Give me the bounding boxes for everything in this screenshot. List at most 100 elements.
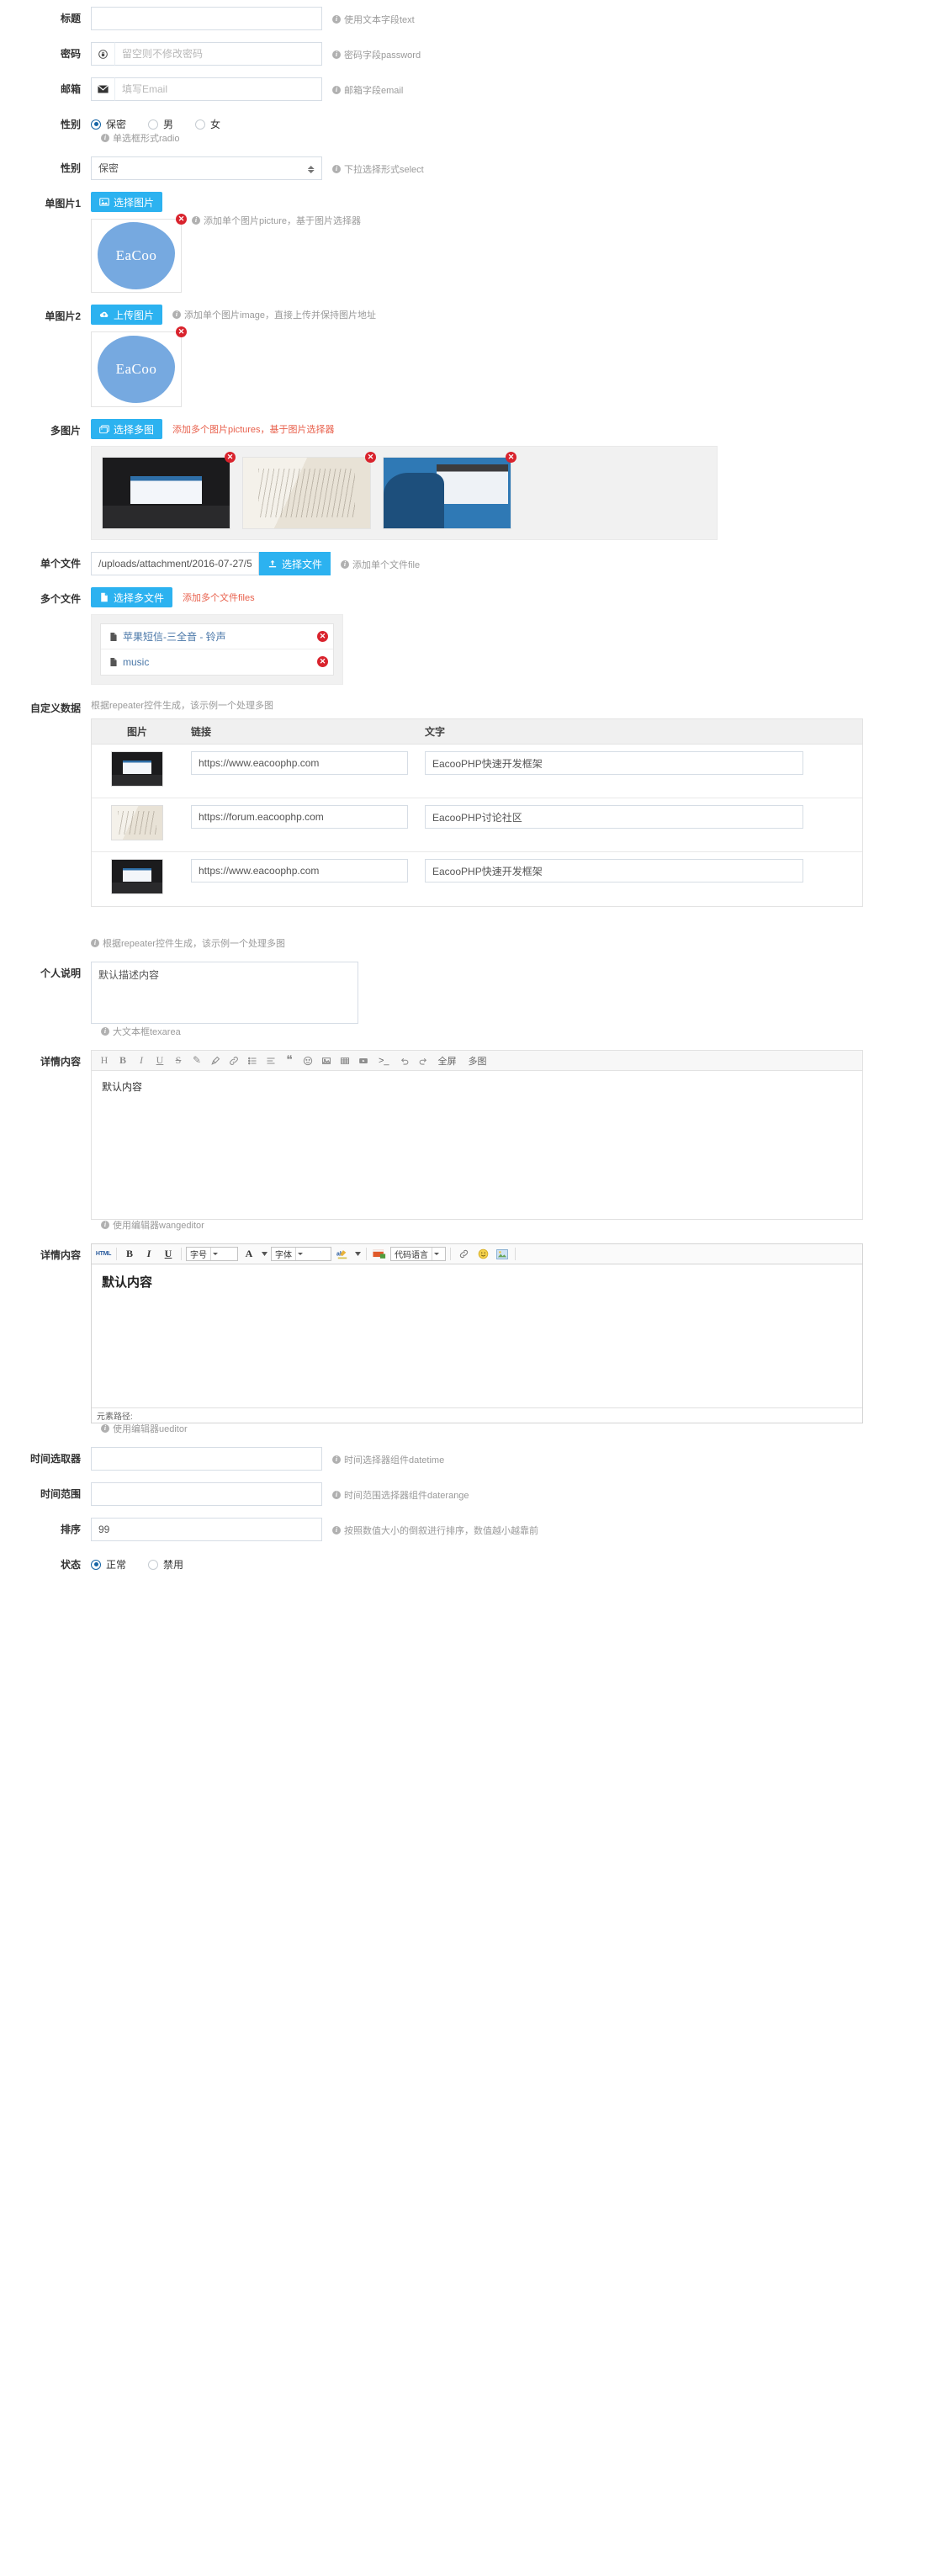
file-icon	[110, 632, 117, 641]
chevron-down-icon[interactable]	[260, 1252, 268, 1256]
repeater-table: 图片 链接 文字	[91, 718, 863, 907]
label-file: 单个文件	[40, 558, 81, 570]
email-input[interactable]	[114, 77, 322, 101]
fullscreen-button[interactable]: 全屏	[432, 1052, 463, 1070]
brush-icon[interactable]	[206, 1052, 225, 1070]
highlight-color-icon[interactable]: ab	[334, 1246, 351, 1262]
description-textarea[interactable]	[91, 962, 358, 1024]
form-row-email: 邮箱 i 邮箱字段email	[0, 77, 927, 101]
select-picture-button[interactable]: 选择图片	[91, 192, 163, 212]
insert-code-icon[interactable]	[371, 1246, 388, 1262]
undo-icon[interactable]	[395, 1052, 414, 1070]
bullet-list-icon[interactable]	[243, 1052, 262, 1070]
radio-gender-female[interactable]: 女	[195, 117, 220, 131]
status-radio-group[interactable]: 正常 禁用	[91, 1553, 183, 1572]
gallery-item[interactable]: ✕	[102, 452, 236, 529]
label-gender-radio: 性别	[60, 119, 81, 130]
form-row-ueditor: 详情内容 HTML B I U 字号 A 字体 ab 代码语言 默认内容 元素路…	[0, 1243, 927, 1423]
gallery-item[interactable]: ✕	[383, 452, 516, 529]
table-icon[interactable]	[336, 1052, 354, 1070]
remove-picture-icon[interactable]: ✕	[365, 452, 376, 463]
radio-dot-icon	[91, 119, 101, 130]
source-code-icon[interactable]: HTML	[95, 1246, 112, 1262]
link-icon[interactable]	[455, 1246, 472, 1262]
daterange-input[interactable]	[91, 1482, 322, 1506]
italic-icon[interactable]: I	[140, 1246, 157, 1262]
form-row-picture1: 单图片1 选择图片 EaCoo ✕ i 添加单个图片picture，基于图片选择…	[0, 192, 927, 293]
remove-picture-icon[interactable]: ✕	[176, 214, 187, 225]
wangeditor-body[interactable]: 默认内容	[92, 1071, 862, 1219]
strikethrough-icon[interactable]: S	[169, 1052, 188, 1070]
emoji-icon[interactable]	[299, 1052, 317, 1070]
highlight-icon[interactable]: ✎	[188, 1052, 206, 1070]
info-icon: i	[332, 1455, 341, 1464]
underline-icon[interactable]: U	[160, 1246, 177, 1262]
fontsize-select[interactable]: 字号	[186, 1247, 238, 1261]
form-row-file: 单个文件 选择文件 i 添加单个文件file	[0, 552, 927, 575]
row-text-input[interactable]	[425, 805, 803, 829]
select-pictures-button[interactable]: 选择多图	[91, 419, 163, 439]
ueditor-body[interactable]: 默认内容	[92, 1264, 862, 1407]
quote-icon[interactable]: ❝	[280, 1052, 299, 1070]
radio-status-normal[interactable]: 正常	[91, 1557, 126, 1572]
row-link-input[interactable]	[191, 859, 408, 883]
row-image[interactable]	[111, 805, 163, 840]
file-list-item[interactable]: music ✕	[101, 649, 333, 675]
info-icon: i	[332, 1526, 341, 1534]
remove-picture-icon[interactable]: ✕	[176, 326, 187, 337]
bold-icon[interactable]: B	[114, 1052, 132, 1070]
radio-status-disabled[interactable]: 禁用	[148, 1557, 183, 1572]
chevron-down-icon[interactable]	[353, 1252, 362, 1256]
picture2-thumb[interactable]: EaCoo ✕	[91, 326, 187, 407]
file-list-item[interactable]: 苹果短信-三全音 - 铃声 ✕	[101, 624, 333, 649]
file-path-input[interactable]	[91, 552, 259, 575]
form-row-pictures: 多图片 选择多图 添加多个图片pictures，基于图片选择器 ✕ ✕ ✕	[0, 419, 927, 540]
gender-select[interactable]: 保密 男 女	[91, 156, 322, 180]
help-daterange: i 时间范围选择器组件daterange	[322, 1482, 469, 1502]
label-password: 密码	[60, 48, 81, 60]
fontfamily-select[interactable]: 字体	[271, 1247, 331, 1261]
remove-picture-icon[interactable]: ✕	[225, 452, 236, 463]
video-icon[interactable]	[354, 1052, 373, 1070]
code-icon[interactable]: >_	[373, 1052, 395, 1070]
italic-icon[interactable]: I	[132, 1052, 151, 1070]
picture1-thumb[interactable]: EaCoo ✕	[91, 214, 187, 293]
remove-file-icon[interactable]: ✕	[317, 656, 328, 667]
heading-icon[interactable]: H	[95, 1052, 114, 1070]
column-header-actions	[812, 719, 862, 744]
gallery-item[interactable]: ✕	[242, 452, 376, 529]
font-color-icon[interactable]: A	[241, 1246, 257, 1262]
row-image[interactable]	[111, 859, 163, 894]
row-text-input[interactable]	[425, 859, 803, 883]
remove-file-icon[interactable]: ✕	[317, 631, 328, 642]
row-link-input[interactable]	[191, 805, 408, 829]
align-icon[interactable]	[262, 1052, 280, 1070]
emoji-icon[interactable]	[474, 1246, 491, 1262]
gender-radio-group[interactable]: 保密 男 女	[91, 113, 220, 131]
row-image[interactable]	[111, 751, 163, 787]
label-gender-select: 性别	[60, 162, 81, 174]
insert-image-icon[interactable]	[494, 1246, 511, 1262]
label-sort: 排序	[60, 1524, 81, 1535]
upload-picture-button[interactable]: 上传图片	[91, 305, 163, 325]
redo-icon[interactable]	[414, 1052, 432, 1070]
image-icon[interactable]	[317, 1052, 336, 1070]
radio-dot-icon	[91, 1559, 101, 1570]
multi-image-button[interactable]: 多图	[463, 1052, 493, 1070]
title-input[interactable]	[91, 7, 322, 30]
sort-input[interactable]	[91, 1518, 322, 1541]
underline-icon[interactable]: U	[151, 1052, 169, 1070]
picture-preview: EaCoo	[91, 219, 182, 293]
radio-gender-secret[interactable]: 保密	[91, 117, 126, 131]
bold-icon[interactable]: B	[121, 1246, 138, 1262]
select-file-button[interactable]: 选择文件	[259, 552, 331, 575]
row-text-input[interactable]	[425, 751, 803, 775]
datetime-input[interactable]	[91, 1447, 322, 1471]
code-language-select[interactable]: 代码语言	[390, 1247, 446, 1261]
remove-picture-icon[interactable]: ✕	[506, 452, 516, 463]
radio-gender-male[interactable]: 男	[148, 117, 173, 131]
password-input[interactable]	[114, 42, 322, 66]
row-link-input[interactable]	[191, 751, 408, 775]
select-files-button[interactable]: 选择多文件	[91, 587, 173, 607]
link-icon[interactable]	[225, 1052, 243, 1070]
